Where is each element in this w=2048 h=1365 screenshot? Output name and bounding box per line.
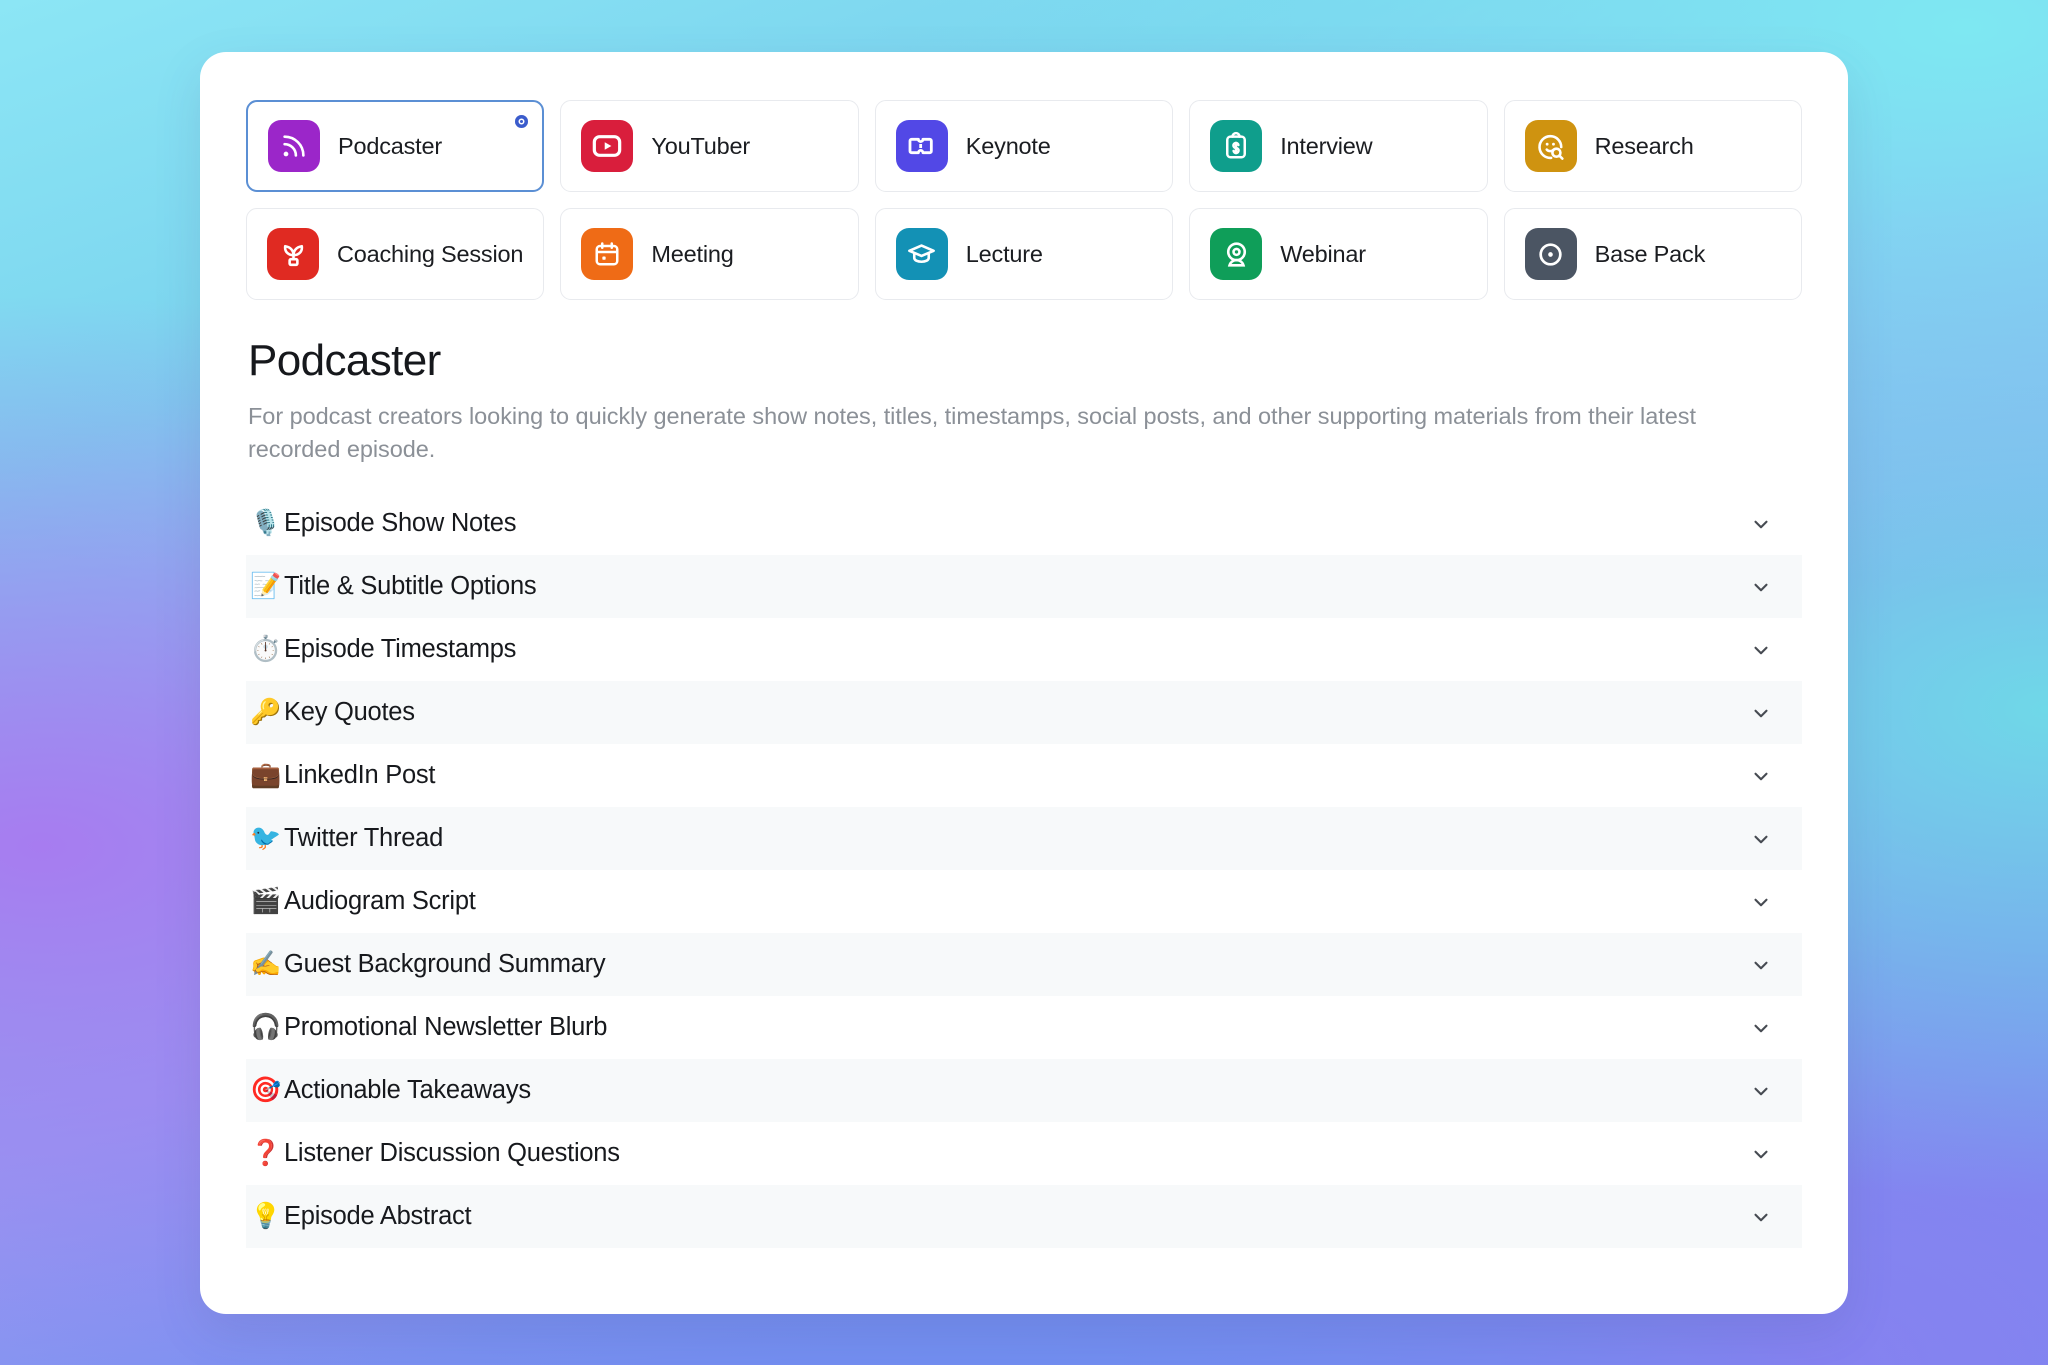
section-accordion: 🎙️ Episode Show Notes 📝 Title & Subtitle Op… — [246, 492, 1802, 1249]
accordion-row[interactable]: 💡 Episode Abstract — [246, 1185, 1802, 1249]
template-card-label: Research — [1594, 132, 1694, 159]
template-card-lecture[interactable]: Lecture — [874, 208, 1174, 300]
chevron-down-icon[interactable] — [1748, 1015, 1774, 1041]
detail-header: Podcaster For podcast creators looking t… — [248, 336, 1802, 466]
template-card-keynote[interactable]: Keynote — [874, 100, 1174, 192]
template-card-interview[interactable]: Interview — [1189, 100, 1488, 192]
template-card-label: Coaching Session — [337, 240, 524, 267]
accordion-row[interactable]: 🎧 Promotional Newsletter Blurb — [246, 996, 1802, 1059]
accordion-row[interactable]: 🎯 Actionable Takeaways — [246, 1059, 1802, 1123]
youtube-play-icon — [581, 120, 634, 172]
accordion-row[interactable]: 🔑 Key Quotes — [246, 681, 1802, 745]
accordion-row-label: Episode Timestamps — [284, 635, 517, 664]
template-card-base-pack[interactable]: Base Pack — [1503, 208, 1802, 300]
accordion-row-label: Title & Subtitle Options — [284, 572, 537, 601]
template-card-label: Podcaster — [338, 132, 443, 159]
template-card-youtuber[interactable]: YouTuber — [560, 100, 859, 192]
accordion-row[interactable]: 🎙️ Episode Show Notes — [246, 492, 1802, 555]
accordion-row-label: LinkedIn Post — [284, 761, 436, 790]
bird-emoji: 🐦 — [250, 824, 282, 853]
page-description: For podcast creators looking to quickly … — [248, 402, 1696, 462]
template-card-label: YouTuber — [651, 132, 750, 159]
template-card-label: Base Pack — [1594, 240, 1706, 267]
chevron-down-icon[interactable] — [1748, 1141, 1774, 1167]
graduation-cap-icon — [895, 228, 948, 280]
app-background: Podcaster YouTuber Keynote Interview Researc… — [0, 0, 2048, 1365]
template-grid: Podcaster YouTuber Keynote Interview Researc… — [246, 100, 1802, 300]
sprout-plant-icon — [267, 228, 319, 280]
chevron-down-icon[interactable] — [1748, 826, 1774, 852]
template-card-label: Lecture — [965, 240, 1043, 267]
template-card-webinar[interactable]: Webinar — [1189, 208, 1488, 300]
template-card-label: Webinar — [1280, 240, 1366, 267]
accordion-row-label: Actionable Takeaways — [284, 1076, 531, 1105]
clapper-board-emoji: 🎬 — [250, 887, 282, 916]
writing-hand-emoji: ✍️ — [250, 950, 282, 979]
face-search-icon — [1524, 120, 1577, 172]
ticket-icon — [895, 120, 948, 172]
template-card-label: Keynote — [965, 132, 1051, 159]
accordion-row[interactable]: 🎬 Audiogram Script — [246, 870, 1802, 933]
briefcase-emoji: 💼 — [250, 761, 282, 790]
selected-indicator-dot — [515, 115, 529, 128]
studio-microphone-emoji: 🎙️ — [250, 509, 282, 538]
chevron-down-icon[interactable] — [1748, 574, 1774, 600]
accordion-row-label: Audiogram Script — [284, 887, 476, 916]
stopwatch-emoji: ⏱️ — [250, 635, 282, 664]
template-card-label: Meeting — [651, 240, 734, 267]
accordion-row-label: Guest Background Summary — [284, 950, 606, 979]
accordion-row-label: Listener Discussion Questions — [284, 1139, 620, 1168]
chevron-down-icon[interactable] — [1748, 763, 1774, 789]
template-card-podcaster[interactable]: Podcaster — [246, 100, 545, 192]
chevron-down-icon[interactable] — [1748, 700, 1774, 726]
key-emoji: 🔑 — [250, 698, 282, 727]
red-question-mark-emoji: ❓ — [250, 1139, 282, 1168]
accordion-row[interactable]: 💼 LinkedIn Post — [246, 744, 1802, 807]
accordion-row-label: Key Quotes — [284, 698, 415, 727]
chevron-down-icon[interactable] — [1748, 637, 1774, 663]
calendar-icon — [581, 228, 634, 280]
template-card-coaching-session[interactable]: Coaching Session — [246, 208, 545, 300]
accordion-row[interactable]: ✍️ Guest Background Summary — [246, 933, 1802, 997]
accordion-row-label: Twitter Thread — [284, 824, 444, 853]
accordion-row[interactable]: ⏱️ Episode Timestamps — [246, 618, 1802, 681]
accordion-row-label: Episode Show Notes — [284, 509, 517, 538]
template-panel: Podcaster YouTuber Keynote Interview Researc… — [200, 52, 1848, 1314]
light-bulb-emoji: 💡 — [250, 1202, 282, 1231]
accordion-row-label: Promotional Newsletter Blurb — [284, 1013, 608, 1042]
template-card-meeting[interactable]: Meeting — [560, 208, 859, 300]
webcam-icon — [1210, 228, 1263, 280]
chevron-down-icon[interactable] — [1748, 889, 1774, 915]
accordion-row[interactable]: 🐦 Twitter Thread — [246, 807, 1802, 871]
accordion-row-label: Episode Abstract — [284, 1202, 472, 1231]
template-card-label: Interview — [1280, 132, 1373, 159]
chevron-down-icon[interactable] — [1748, 511, 1774, 537]
accordion-row[interactable]: ❓ Listener Discussion Questions — [246, 1122, 1802, 1185]
chevron-down-icon[interactable] — [1748, 952, 1774, 978]
template-card-research[interactable]: Research — [1503, 100, 1802, 192]
clipboard-cash-icon — [1210, 120, 1263, 172]
rss-podcast-icon — [268, 120, 320, 172]
headphone-emoji: 🎧 — [250, 1013, 282, 1042]
direct-hit-emoji: 🎯 — [250, 1076, 282, 1105]
accordion-row[interactable]: 📝 Title & Subtitle Options — [246, 555, 1802, 619]
page-title: Podcaster — [248, 336, 441, 385]
chevron-down-icon[interactable] — [1748, 1204, 1774, 1230]
chevron-down-icon[interactable] — [1748, 1078, 1774, 1104]
target-circle-icon — [1524, 228, 1577, 280]
memo-emoji: 📝 — [250, 572, 282, 601]
